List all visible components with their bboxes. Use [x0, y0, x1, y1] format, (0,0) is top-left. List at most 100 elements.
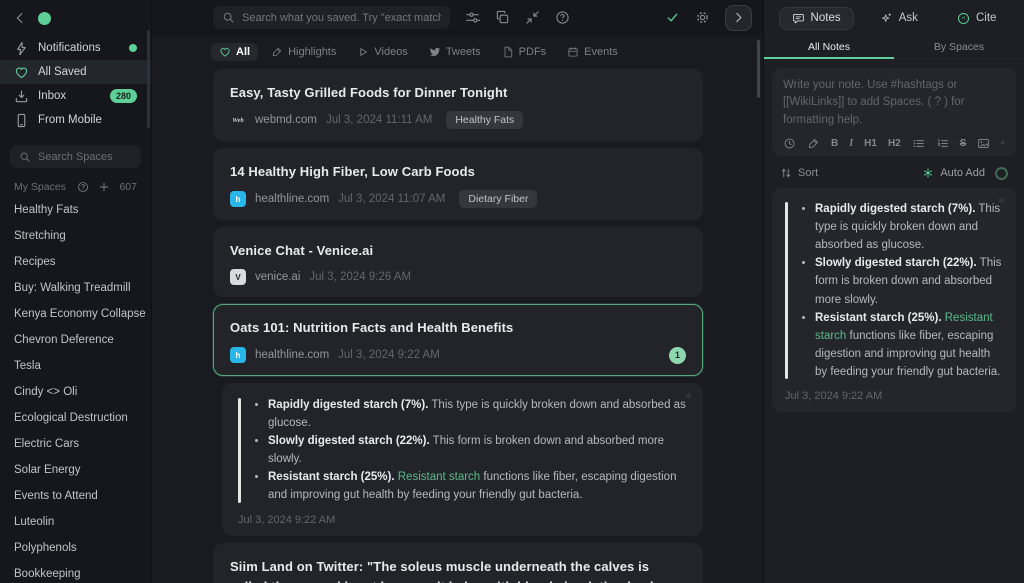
ask-icon	[880, 12, 893, 25]
sidebar-scrollbar[interactable]	[147, 30, 150, 128]
ordered-list-icon[interactable]	[936, 137, 949, 150]
filter-chip-label: Videos	[374, 46, 408, 58]
space-item-recipes[interactable]: Recipes	[0, 249, 151, 275]
formatting-help-icon[interactable]	[1001, 137, 1005, 149]
space-item-healthy-fats[interactable]: Healthy Fats	[0, 197, 151, 223]
h2-icon[interactable]: H2	[888, 138, 901, 149]
space-item-electric-cars[interactable]: Electric Cars	[0, 431, 151, 457]
space-item-bookkeeping[interactable]: Bookkeeping	[0, 561, 151, 583]
heart-icon	[219, 46, 231, 58]
filter-chip-tweets[interactable]: Tweets	[421, 43, 489, 61]
notes-button-label: Notes	[810, 12, 841, 24]
resistant-starch-link[interactable]: Resistant starch	[398, 471, 480, 483]
sidebar-item-inbox[interactable]: Inbox 280	[0, 84, 151, 108]
h1-icon[interactable]: H1	[864, 138, 877, 149]
help-icon[interactable]	[555, 10, 570, 25]
sidebar-item-label: Inbox	[38, 90, 67, 102]
card-meta: Vvenice.ai Jul 3, 2024 9:26 AM	[230, 269, 686, 286]
filter-chip-pdfs[interactable]: PDFs	[494, 43, 555, 61]
cite-button[interactable]: “ Cite	[944, 7, 1009, 30]
space-item-solar-energy[interactable]: Solar Energy	[0, 457, 151, 483]
note-editor[interactable]: Write your note. Use #hashtags or [[Wiki…	[772, 68, 1016, 156]
space-item-buy-walking-treadmill[interactable]: Buy: Walking Treadmill	[0, 275, 151, 301]
space-item-kenya-economy-collapse[interactable]: Kenya Economy Collapse	[0, 301, 151, 327]
saved-item-card[interactable]: 14 Healthy High Fiber, Low Carb Foods h he…	[213, 148, 703, 221]
note-timestamp: Jul 3, 2024 9:22 AM	[238, 513, 336, 526]
spaces-search-input[interactable]	[38, 150, 132, 163]
italic-icon[interactable]: I	[849, 138, 853, 149]
add-space-icon[interactable]	[98, 181, 110, 193]
sort-row: Sort Auto Add	[780, 166, 1008, 180]
lightning-icon	[14, 41, 29, 56]
webmd-favicon: Web	[232, 116, 244, 124]
space-item-ecological-destruction[interactable]: Ecological Destruction	[0, 405, 151, 431]
sort-button[interactable]: Sort	[780, 167, 818, 179]
note-bullet: Rapidly digested starch (7%). This type …	[815, 200, 1003, 254]
filter-chip-videos[interactable]: Videos	[349, 43, 415, 61]
bold-icon[interactable]: B	[831, 138, 838, 149]
space-item-luteolin[interactable]: Luteolin	[0, 509, 151, 535]
main-search-box[interactable]	[213, 6, 450, 29]
note-count-badge[interactable]: 1	[669, 346, 686, 364]
venice-favicon: V	[230, 269, 246, 286]
strikethrough-icon[interactable]: S	[960, 138, 967, 149]
history-icon[interactable]	[783, 137, 796, 150]
inbox-icon	[14, 89, 29, 104]
space-item-polyphenols[interactable]: Polyphenols	[0, 535, 151, 561]
check-icon[interactable]	[665, 10, 680, 25]
tab-by-spaces[interactable]: By Spaces	[894, 36, 1024, 59]
filter-chip-all[interactable]: All	[211, 43, 259, 61]
card-meta: Web webmd.com Jul 3, 2024 11:11 AM Healthy …	[230, 111, 686, 130]
expanded-note[interactable]: Rapidly digested starch (7%). This type …	[222, 382, 703, 536]
sidebar-item-from-mobile[interactable]: From Mobile	[0, 108, 151, 132]
sidebar-item-notifications[interactable]: Notifications	[0, 36, 151, 60]
chevron-right-icon	[732, 11, 745, 24]
tab-all-notes[interactable]: All Notes	[764, 36, 894, 59]
notes-button[interactable]: Notes	[778, 6, 854, 30]
note-editor-placeholder[interactable]: Write your note. Use #hashtags or [[Wiki…	[783, 77, 1005, 129]
healthline-favicon: h	[230, 347, 246, 364]
pdf-icon	[502, 46, 514, 58]
collapse-icon[interactable]	[525, 10, 540, 25]
next-item-button[interactable]	[725, 4, 752, 31]
ask-button[interactable]: Ask	[867, 7, 931, 30]
svg-text:“: “	[962, 14, 966, 23]
cards-scrollbar[interactable]	[757, 40, 760, 98]
sidebar-header	[0, 0, 151, 36]
note-card[interactable]: Rapidly digested starch (7%). This type …	[772, 187, 1016, 413]
card-tag[interactable]: Dietary Fiber	[459, 190, 538, 209]
space-item-tesla[interactable]: Tesla	[0, 353, 151, 379]
space-item-cindy-oli[interactable]: Cindy <> Oli	[0, 379, 151, 405]
cards-list: Easy, Tasty Grilled Foods for Dinner Ton…	[152, 68, 763, 583]
back-icon[interactable]	[13, 11, 27, 25]
saved-item-card[interactable]: Easy, Tasty Grilled Foods for Dinner Ton…	[213, 69, 703, 142]
heart-icon	[14, 65, 29, 80]
space-item-stretching[interactable]: Stretching	[0, 223, 151, 249]
gear-icon[interactable]	[695, 10, 710, 25]
space-item-events-to-attend[interactable]: Events to Attend	[0, 483, 151, 509]
saved-item-card[interactable]: Venice Chat - Venice.ai Vvenice.ai Jul 3, …	[213, 227, 703, 298]
spaces-search-box[interactable]	[10, 145, 141, 168]
image-icon[interactable]	[977, 137, 990, 150]
saved-item-card[interactable]: Oats 101: Nutrition Facts and Health Ben…	[213, 304, 703, 376]
sidebar-item-all-saved[interactable]: All Saved	[0, 60, 151, 84]
help-icon[interactable]	[77, 181, 89, 193]
filter-chip-highlights[interactable]: Highlights	[263, 43, 344, 61]
main-search-input[interactable]	[242, 11, 441, 24]
copy-icon[interactable]	[495, 10, 510, 25]
auto-add-toggle[interactable]	[995, 166, 1008, 180]
filter-chip-events[interactable]: Events	[559, 43, 626, 61]
filter-icon[interactable]	[465, 10, 480, 25]
saved-item-card[interactable]: Siim Land on Twitter: "The soleus muscle…	[213, 542, 703, 583]
app-logo-dot[interactable]	[38, 11, 51, 25]
highlight-icon[interactable]	[807, 137, 820, 150]
notes-icon	[792, 12, 805, 25]
app-window: Notifications All Saved Inbox 280 From Mobil…	[0, 0, 1024, 583]
bullet-list-icon[interactable]	[912, 137, 925, 150]
editor-toolbar: B I H1 H2 S	[783, 137, 1005, 150]
panel-actions: Notes Ask “ Cite	[764, 0, 1024, 36]
card-tag[interactable]: Healthy Fats	[446, 111, 524, 130]
filter-chip-label: PDFs	[518, 46, 547, 58]
card-meta: h healthline.com Jul 3, 2024 9:22 AM 1	[230, 346, 686, 364]
space-item-chevron-deference[interactable]: Chevron Deference	[0, 327, 151, 353]
